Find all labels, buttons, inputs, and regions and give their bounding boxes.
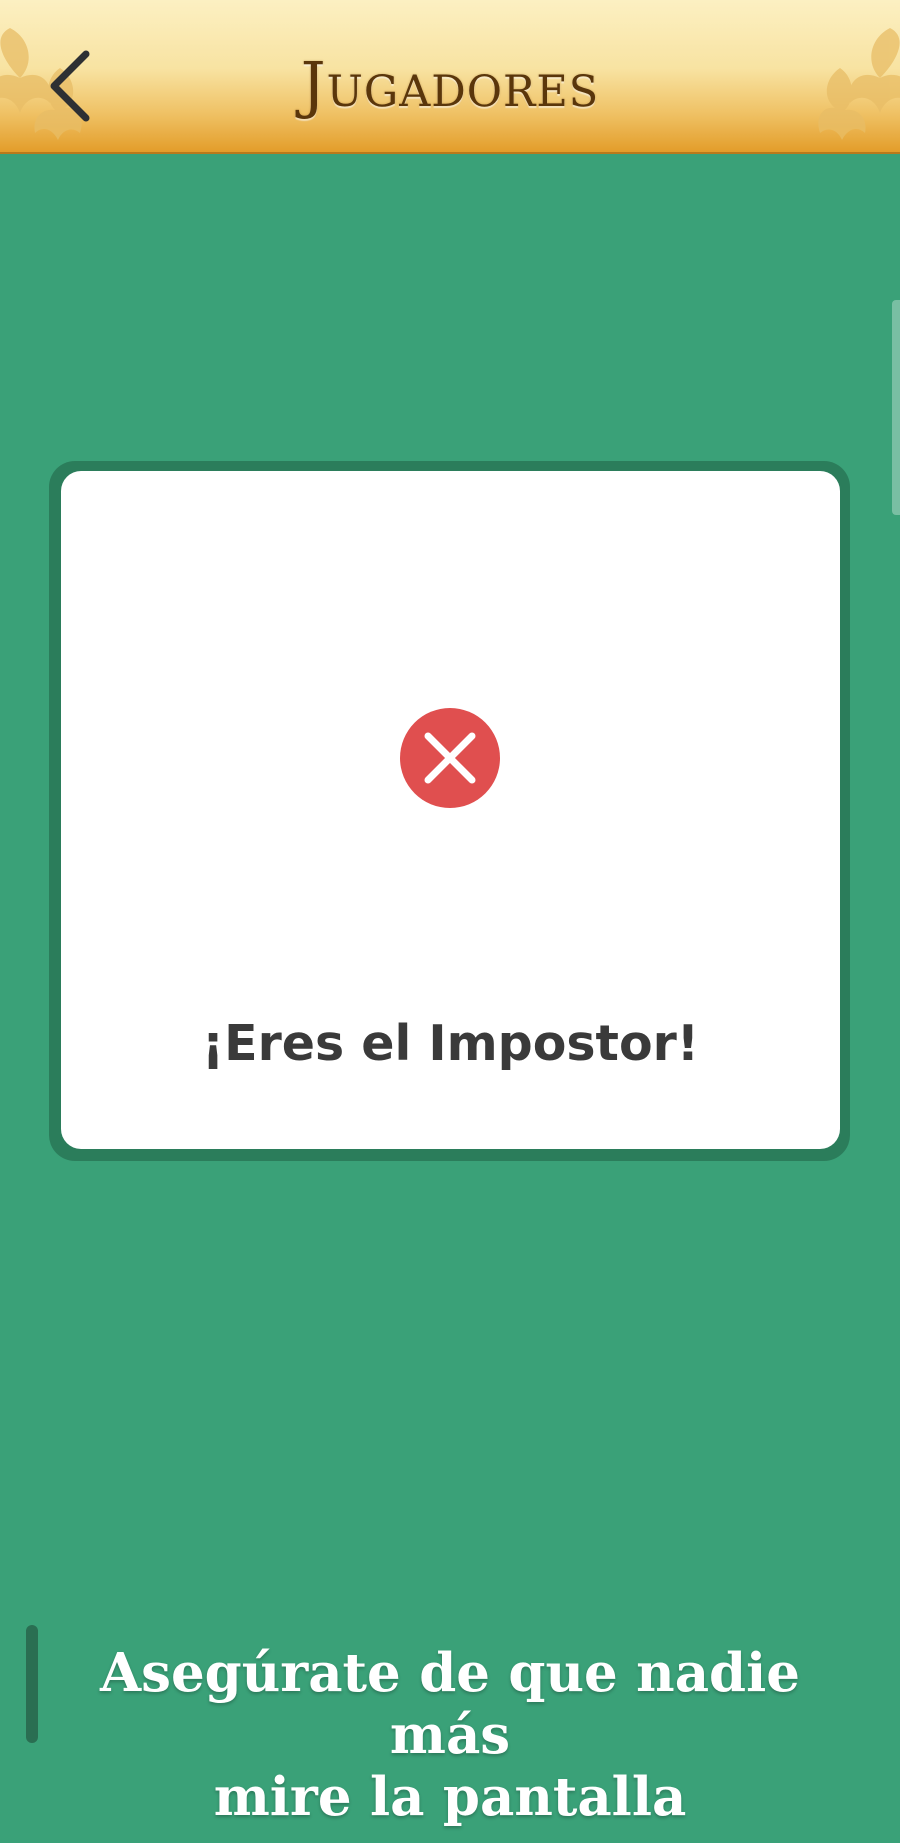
role-message: ¡Eres el Impostor!	[201, 1015, 700, 1072]
warning-line-2: mire la pantalla	[213, 1766, 687, 1828]
top-app-bar: Jugadores	[0, 0, 900, 154]
page-title: Jugadores	[300, 48, 600, 121]
close-icon	[424, 732, 476, 784]
decorative-bar	[26, 1625, 38, 1743]
warning-line-1: Asegúrate de que nadie más	[100, 1642, 800, 1766]
privacy-warning: Asegúrate de que nadie más mire la panta…	[40, 1642, 860, 1828]
close-circle-icon	[400, 708, 500, 808]
scrollbar[interactable]	[892, 300, 900, 515]
